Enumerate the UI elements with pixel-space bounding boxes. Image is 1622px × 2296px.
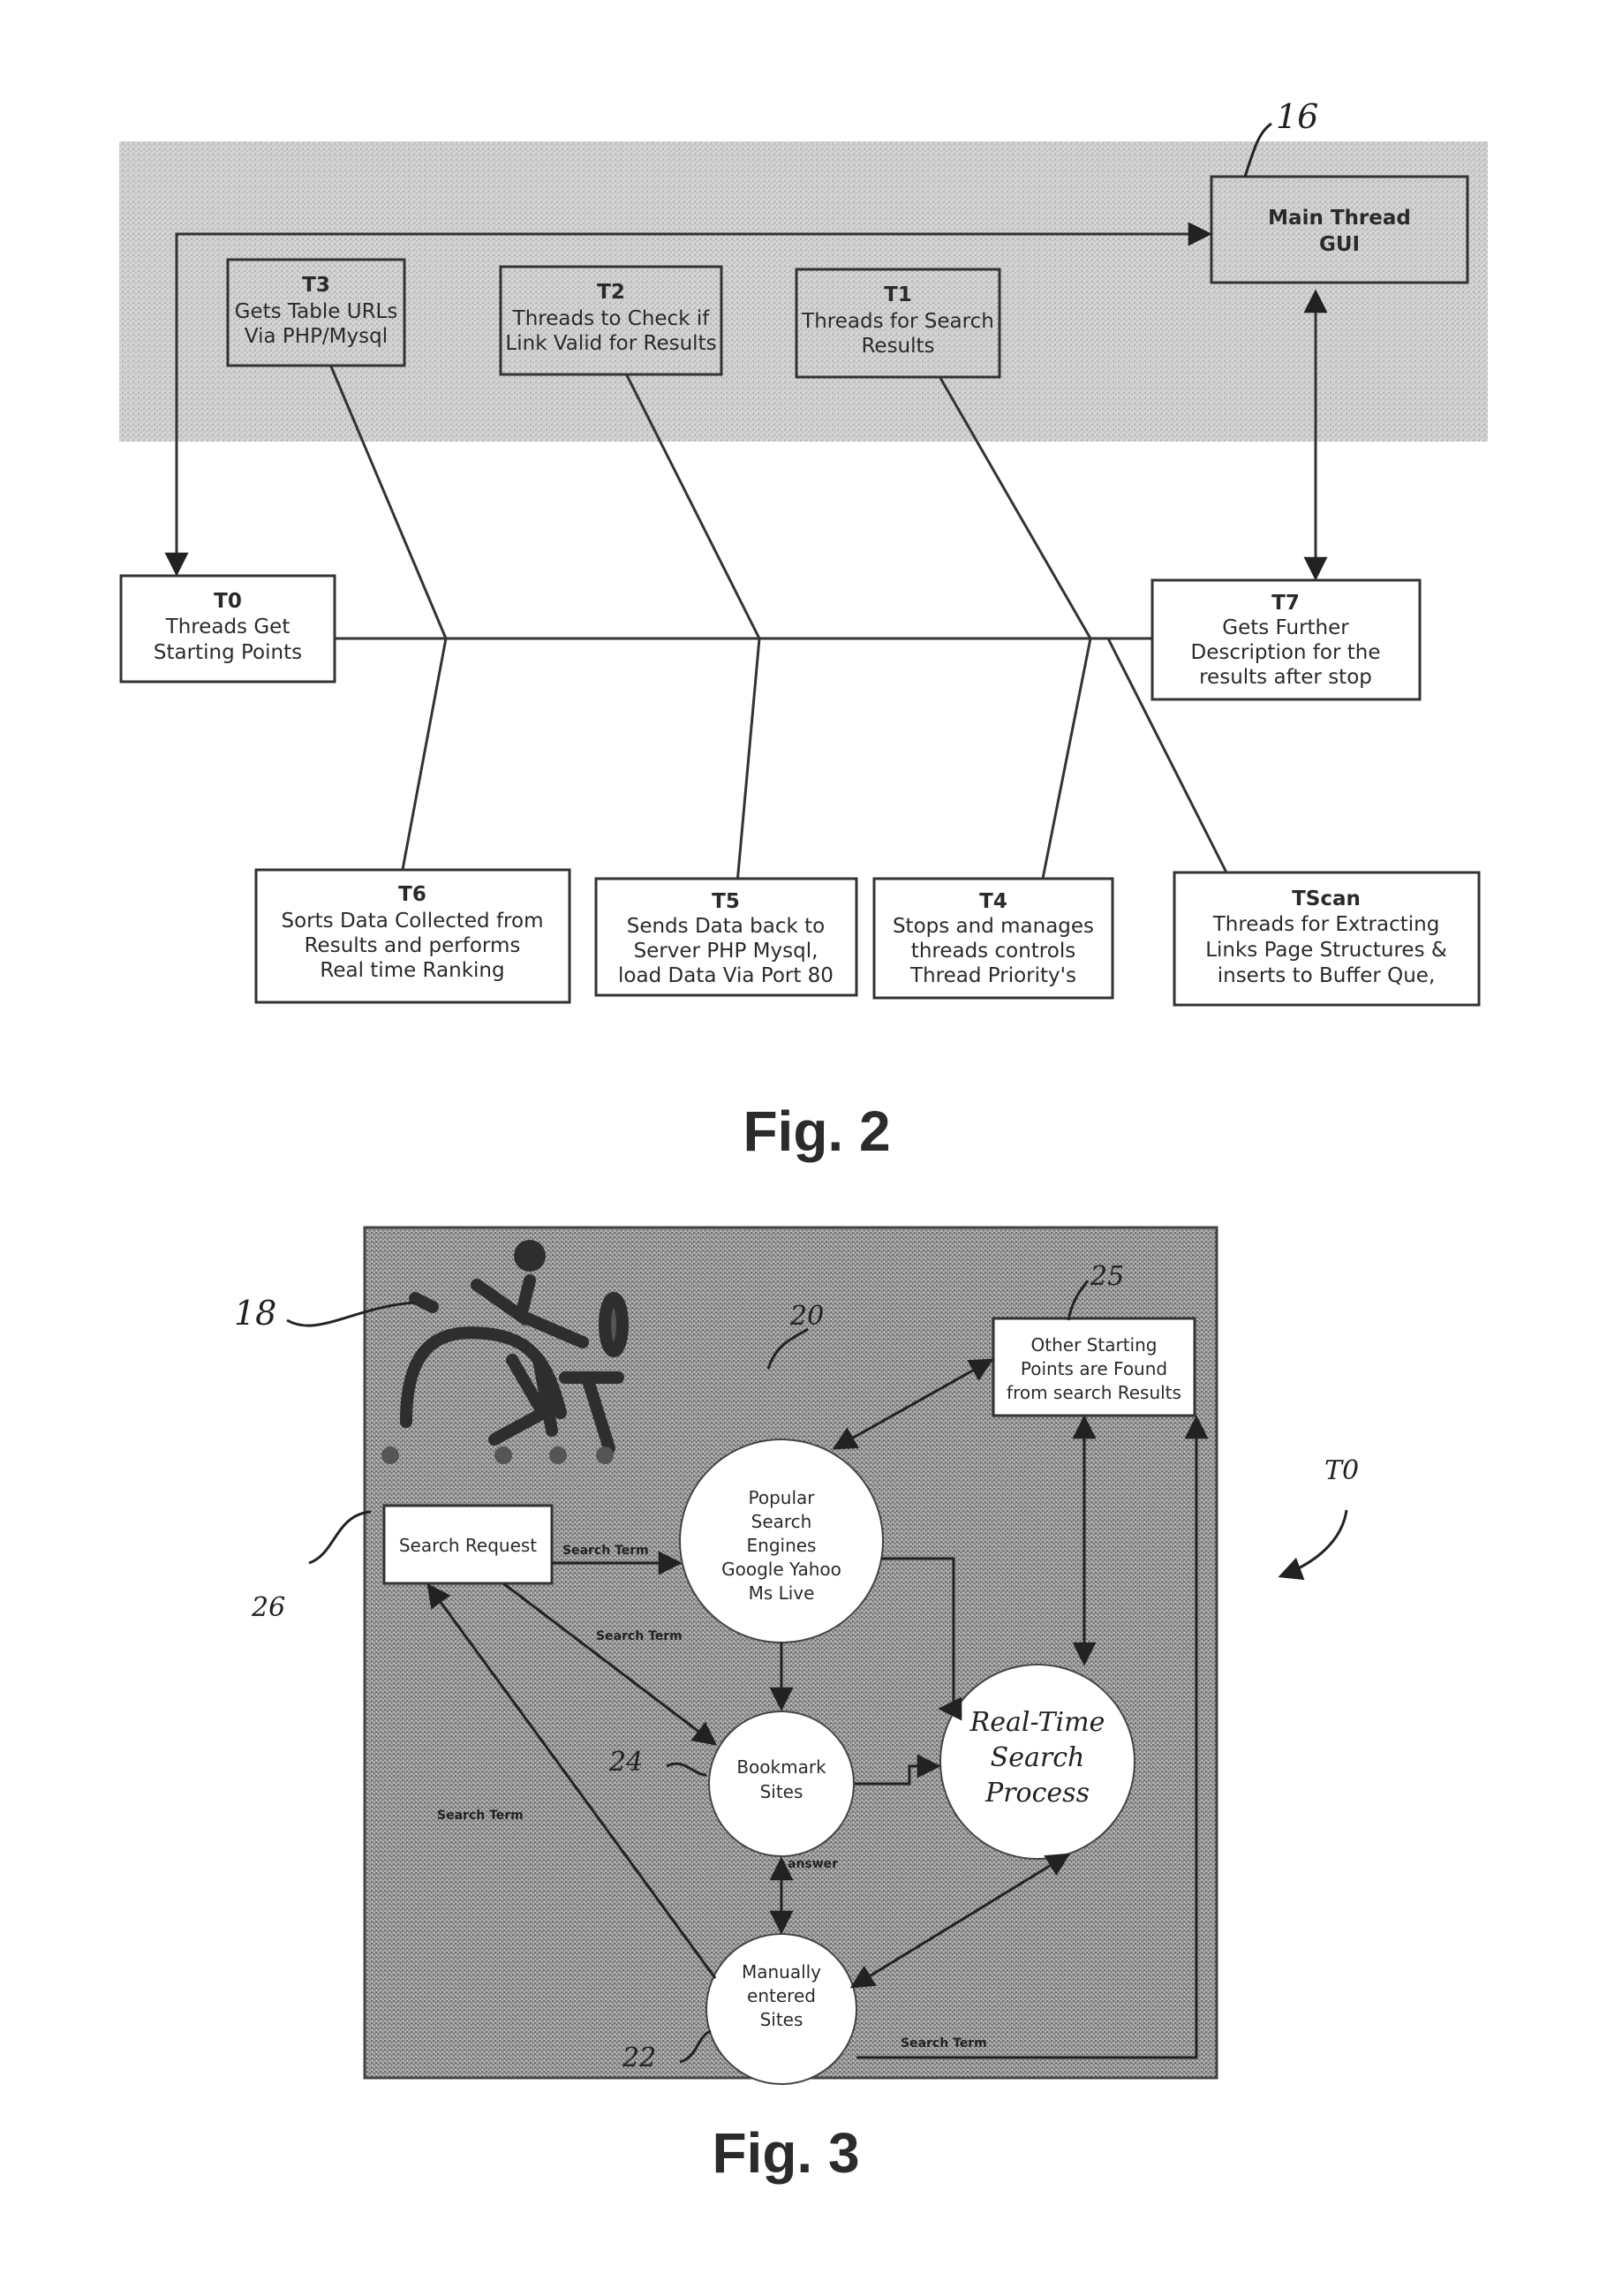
search-engines-circle: Popular Search Engines Google Yahoo Ms L… xyxy=(679,1439,884,1643)
t0-line: Starting Points xyxy=(154,641,302,664)
manual-line: entered xyxy=(747,1985,816,2006)
box-t6: T6 Sorts Data Collected from Results and… xyxy=(254,868,571,1004)
manual-line: Manually xyxy=(742,1961,821,1983)
t5-id: T5 xyxy=(712,890,740,913)
bookmark-line: Bookmark xyxy=(736,1756,826,1778)
realtime-line: Search xyxy=(991,1742,1085,1773)
t2-line: Link Valid for Results xyxy=(505,332,716,355)
ref-25: 25 xyxy=(1090,1261,1124,1292)
bookmark-sites-circle: Bookmark Sites xyxy=(708,1711,855,1857)
t6-line: Results and performs xyxy=(305,934,521,957)
t6-line: Sorts Data Collected from xyxy=(282,910,544,933)
engines-line: Engines xyxy=(747,1535,817,1556)
patent-figures: Main Thread GUI 16 T3 Gets Table URLs Vi… xyxy=(119,97,1488,2185)
tscan-line: Links Page Structures & xyxy=(1205,939,1447,962)
bone-t4 xyxy=(1040,638,1092,884)
box-t4: T4 Stops and manages threads controls Th… xyxy=(872,877,1114,1000)
fig2-caption: Fig. 2 xyxy=(743,1099,890,1163)
t1-id: T1 xyxy=(884,283,912,306)
search-request-box: Search Request xyxy=(382,1504,554,1585)
engines-line: Search xyxy=(751,1511,812,1532)
engines-line: Popular xyxy=(749,1487,816,1508)
t5-line: load Data Via Port 80 xyxy=(618,964,834,987)
search-request-label: Search Request xyxy=(399,1535,537,1556)
t6-line: Real time Ranking xyxy=(320,959,504,982)
box-t2: T2 Threads to Check if Link Valid for Re… xyxy=(499,265,723,376)
other-starting-points-box: Other Starting Points are Found from sea… xyxy=(992,1317,1196,1417)
engines-line: Google Yahoo xyxy=(721,1559,841,1580)
figure-3: 18 Search Request 26 Other Starting Poin… xyxy=(234,1226,1359,2185)
t7-line: Description for the xyxy=(1191,641,1381,664)
edge-label-search-term: Search Term xyxy=(437,1809,524,1823)
ref-22: 22 xyxy=(622,2043,656,2073)
t2-id: T2 xyxy=(597,281,625,304)
t7-line: results after stop xyxy=(1199,666,1372,689)
t5-line: Server PHP Mysql, xyxy=(634,940,819,963)
ref-20: 20 xyxy=(789,1301,824,1332)
edge-label-answer: answer xyxy=(788,1857,838,1871)
t2-line: Threads to Check if xyxy=(512,307,711,330)
other-starting-line: Other Starting xyxy=(1031,1334,1158,1356)
manual-sites-circle: Manually entered Sites xyxy=(705,1933,857,2085)
realtime-line: Real-Time xyxy=(969,1707,1105,1738)
t3-line: Via PHP/Mysql xyxy=(245,325,388,348)
other-starting-line: Points are Found xyxy=(1021,1358,1167,1379)
other-starting-line: from search Results xyxy=(1007,1382,1181,1403)
tscan-id: TScan xyxy=(1292,887,1361,910)
ref-24: 24 xyxy=(608,1747,643,1778)
t6-id: T6 xyxy=(398,883,426,906)
tscan-line: inserts to Buffer Que, xyxy=(1218,964,1436,987)
box-t1: T1 Threads for Search Results xyxy=(795,268,1001,379)
t7-id: T7 xyxy=(1271,592,1300,615)
bone-t6 xyxy=(400,638,448,875)
engines-line: Ms Live xyxy=(749,1582,815,1604)
t5-line: Sends Data back to xyxy=(627,915,826,938)
t4-id: T4 xyxy=(979,890,1007,913)
t0-line: Threads Get xyxy=(165,616,290,638)
box-t5: T5 Sends Data back to Server PHP Mysql, … xyxy=(594,877,858,997)
bookmark-line: Sites xyxy=(760,1781,803,1802)
ref-16: 16 xyxy=(1276,97,1318,136)
fig3-caption: Fig. 3 xyxy=(712,2121,859,2185)
main-thread-box: Main Thread GUI xyxy=(1210,175,1469,284)
edge-label-search-term: Search Term xyxy=(901,2036,987,2051)
bone-t5 xyxy=(736,638,761,884)
t4-line: threads controls xyxy=(911,940,1075,963)
t0-id: T0 xyxy=(214,590,242,613)
tscan-line: Threads for Extracting xyxy=(1212,913,1440,936)
t7-line: Gets Further xyxy=(1222,616,1349,639)
main-thread-subtitle: GUI xyxy=(1319,233,1360,256)
t3-line: Gets Table URLs xyxy=(235,300,398,323)
main-thread-title: Main Thread xyxy=(1268,207,1411,230)
box-tscan: TScan Threads for Extracting Links Page … xyxy=(1173,871,1481,1007)
t4-line: Stops and manages xyxy=(893,915,1094,938)
ref-26-leader xyxy=(308,1510,372,1565)
edge-label-search-term: Search Term xyxy=(562,1544,649,1558)
t4-line: Thread Priority's xyxy=(909,964,1076,987)
box-t7: T7 Gets Further Description for the resu… xyxy=(1150,578,1422,701)
box-t0: T0 Threads Get Starting Points xyxy=(119,574,336,684)
edge-label-search-term: Search Term xyxy=(596,1629,683,1643)
t1-line: Results xyxy=(861,335,934,358)
ref-t0: T0 xyxy=(1324,1455,1359,1486)
realtime-process-circle: Real-Time Search Process xyxy=(939,1664,1135,1860)
ref-t0-arrow xyxy=(1278,1509,1348,1581)
figure-2: Main Thread GUI 16 T3 Gets Table URLs Vi… xyxy=(119,97,1488,1163)
t1-line: Threads for Search xyxy=(801,310,994,333)
box-t3: T3 Gets Table URLs Via PHP/Mysql xyxy=(226,258,406,367)
realtime-line: Process xyxy=(985,1778,1090,1809)
t3-id: T3 xyxy=(302,274,330,297)
ref-18: 18 xyxy=(234,1294,276,1333)
manual-line: Sites xyxy=(760,2009,803,2030)
ref-26: 26 xyxy=(251,1592,285,1623)
